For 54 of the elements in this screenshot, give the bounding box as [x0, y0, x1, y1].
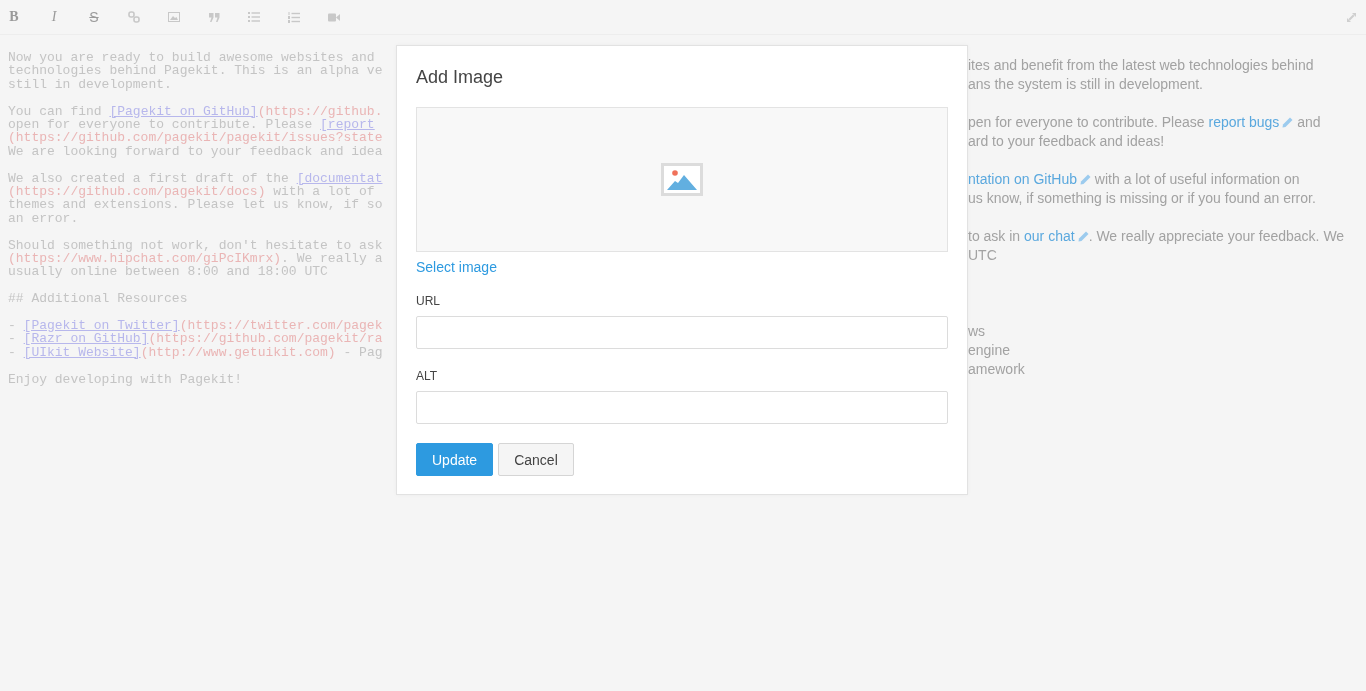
pencil-icon: [1079, 174, 1091, 185]
link-text[interactable]: [Pagekit on GitHub]: [109, 103, 258, 119]
preview-text: to ask in: [968, 228, 1022, 244]
link-button[interactable]: [128, 11, 140, 23]
input-field[interactable]: [416, 316, 948, 349]
link-url: (https://github.com/pagekit/pagekit/issues?state: [8, 130, 383, 146]
input-field[interactable]: [416, 391, 948, 424]
image-placeholder-icon: [661, 163, 703, 196]
link-url: (https://www.hipchat.com/giPcIKmrx): [8, 251, 282, 267]
preview-text: amework: [968, 361, 1025, 377]
expand-icon[interactable]: [1347, 12, 1356, 22]
source-text: -: [8, 318, 17, 334]
select-image-link[interactable]: Select image: [416, 258, 497, 276]
video-button[interactable]: [328, 12, 340, 22]
preview-text: us know, if something is missing or if you found an error.: [968, 190, 1316, 206]
link-text[interactable]: [report: [320, 117, 375, 132]
preview-text: ard to your feedback and ideas!: [968, 133, 1165, 149]
numbers-button[interactable]: [288, 11, 300, 23]
field-label: URL: [416, 293, 441, 309]
preview-text: UTC: [968, 247, 997, 263]
link-text[interactable]: [Razr on GitHub]: [23, 331, 149, 347]
preview-text: ites and benefit from the latest web technologies behind: [968, 57, 1314, 73]
pencil-icon: [1077, 231, 1089, 242]
preview-text: with a lot of useful information on: [1093, 171, 1300, 187]
quote-button[interactable]: [208, 12, 220, 22]
preview-text: . We really appreciate your feedback. We: [1088, 228, 1345, 244]
update-button[interactable]: Update: [416, 443, 494, 476]
preview-link[interactable]: report bugs: [1208, 114, 1280, 130]
strike-button[interactable]: S: [88, 9, 100, 25]
preview-text: ws: [968, 323, 986, 339]
cancel-button[interactable]: Cancel: [498, 443, 574, 476]
link-url: (http://www.getuikit.com): [140, 344, 336, 360]
image-button[interactable]: [168, 12, 180, 22]
dialog-title: Add Image: [416, 66, 505, 89]
pencil-icon: [1282, 117, 1294, 128]
link-url: (https://github.: [257, 103, 383, 119]
italic-button[interactable]: I: [48, 9, 60, 25]
field-label: ALT: [416, 368, 439, 384]
preview-text: engine: [968, 342, 1011, 358]
source-text: -: [8, 344, 17, 360]
link-text[interactable]: [UIkit Website]: [23, 344, 141, 360]
preview-text: ans the system is still in development.: [968, 76, 1203, 92]
bold-button[interactable]: B: [8, 9, 20, 25]
link-url: (https://twitter.com/pagek: [179, 318, 383, 334]
preview-text: and: [1296, 114, 1321, 130]
source-text: -: [8, 331, 17, 347]
link-text[interactable]: [Pagekit on Twitter]: [23, 318, 180, 334]
link-text[interactable]: [documentat: [296, 170, 383, 186]
bullets-button[interactable]: [248, 12, 260, 22]
link-url: (https://github.com/pagekit/ra: [148, 331, 383, 347]
preview-link[interactable]: ntation on GitHub: [968, 171, 1077, 187]
preview-text: pen for everyone to contribute. Please: [968, 114, 1206, 130]
link-url: (https://github.com/pagekit/docs): [8, 184, 266, 200]
preview-link[interactable]: our chat: [1024, 228, 1075, 244]
